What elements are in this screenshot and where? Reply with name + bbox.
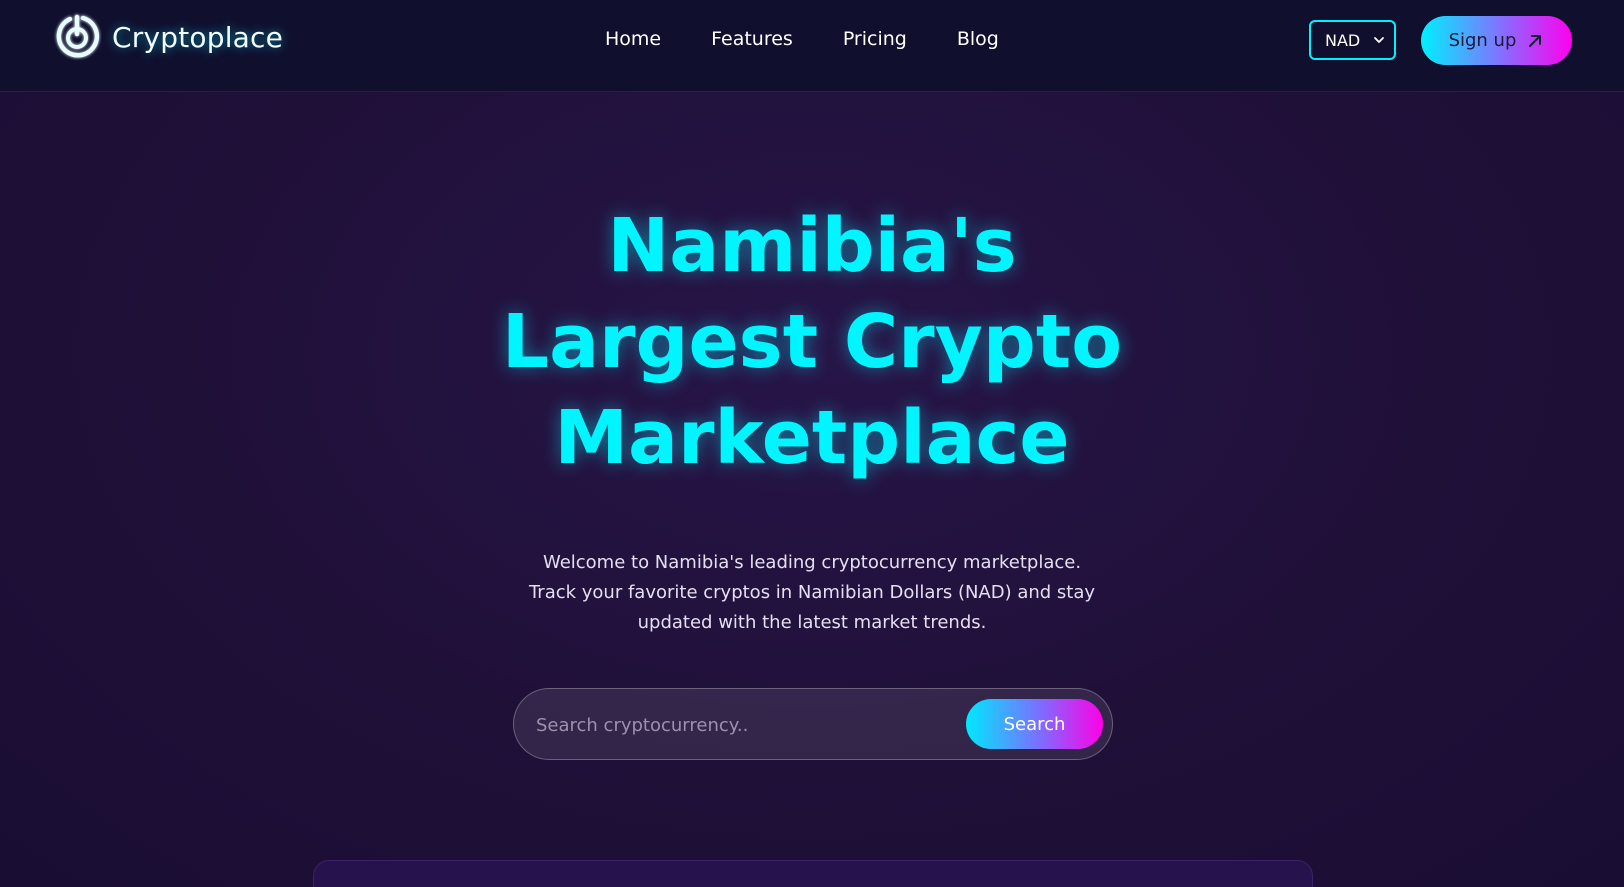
hero-description-line: Track your favorite cryptos in Namibian … xyxy=(528,582,1096,603)
nav-pricing[interactable]: Pricing xyxy=(843,28,907,50)
hero-description-line: updated with the latest market trends. xyxy=(637,612,987,633)
brand-name: Cryptoplace xyxy=(112,20,284,54)
table-header-row xyxy=(314,881,1312,887)
signup-button[interactable]: Sign up xyxy=(1421,16,1572,65)
hero-title-line: Namibia's xyxy=(607,203,1017,289)
search-button[interactable]: Search xyxy=(966,699,1103,749)
navbar: Cryptoplace Home Features Pricing Blog N… xyxy=(0,0,1624,92)
nav-blog[interactable]: Blog xyxy=(957,28,999,50)
brand-logo[interactable]: Cryptoplace xyxy=(52,12,283,62)
signup-label: Sign up xyxy=(1448,30,1517,51)
main-nav: Home Features Pricing Blog xyxy=(605,28,999,50)
hero-description-line: Welcome to Namibia's leading cryptocurre… xyxy=(542,552,1082,573)
hero-title-line: Largest Crypto xyxy=(501,299,1123,385)
search-input[interactable] xyxy=(536,709,956,741)
arrow-up-right-icon xyxy=(1529,34,1542,47)
hero-title-line: Marketplace xyxy=(554,395,1070,481)
currency-select[interactable]: NAD xyxy=(1309,20,1396,60)
currency-value: NAD xyxy=(1325,30,1361,50)
hero-title: Namibia's Largest Crypto Marketplace xyxy=(412,198,1212,486)
hero-description: Welcome to Namibia's leading cryptocurre… xyxy=(462,548,1162,638)
search-form: Search xyxy=(513,688,1113,760)
crypto-table xyxy=(313,860,1313,887)
chevron-down-icon xyxy=(1374,37,1384,43)
nav-home[interactable]: Home xyxy=(605,28,661,50)
power-ring-icon xyxy=(56,14,100,58)
nav-features[interactable]: Features xyxy=(711,28,793,50)
